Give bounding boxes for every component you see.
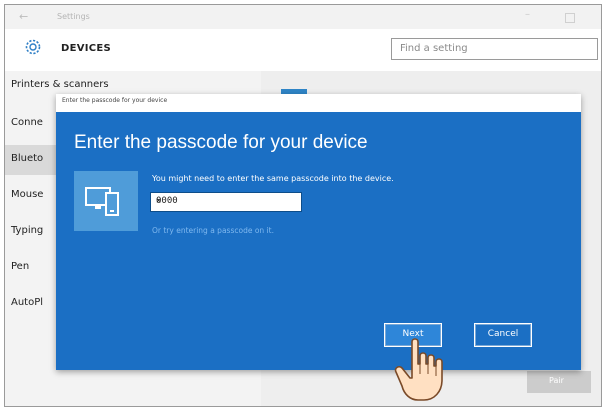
clear-icon[interactable]: ✕	[156, 196, 297, 206]
search-placeholder: Find a setting	[400, 43, 468, 54]
sidebar-item-label: Mouse	[11, 189, 44, 200]
page-header: DEVICES Find a setting	[5, 29, 601, 71]
hand-pointer-icon	[394, 338, 443, 401]
minimize-icon[interactable]: –	[525, 9, 530, 20]
passcode-dialog: Enter the passcode for your device Enter…	[56, 94, 581, 370]
sidebar-item-label: Blueto	[11, 153, 44, 164]
title-bar: ← Settings –	[5, 5, 601, 29]
sidebar-item-label: AutoPl	[11, 297, 44, 308]
sidebar-item-label: Conne	[11, 117, 43, 128]
instruction-text: You might need to enter the same passcod…	[152, 174, 394, 183]
dialog-heading: Enter the passcode for your device	[74, 132, 368, 153]
page-title: DEVICES	[61, 43, 112, 54]
monitor-phone-icon	[85, 187, 119, 216]
enter-passcode-on-device-link[interactable]: Or try entering a passcode on it.	[152, 226, 274, 235]
passcode-input[interactable]: 0000 ✕	[150, 192, 302, 212]
sidebar-item-label: Printers & scanners	[11, 79, 109, 90]
sidebar-item-label: Typing	[11, 225, 44, 236]
pair-button-label: Pair	[549, 376, 564, 385]
gear-icon	[25, 39, 41, 55]
sidebar-item-label: Pen	[11, 261, 30, 272]
search-input[interactable]: Find a setting	[391, 38, 598, 60]
device-pairing-icon	[74, 171, 138, 231]
cancel-button-label: Cancel	[487, 329, 519, 339]
cancel-button[interactable]: Cancel	[474, 323, 532, 347]
dialog-body: Enter the passcode for your device You m…	[56, 112, 581, 370]
back-arrow-icon[interactable]: ←	[19, 10, 28, 23]
window-title: Settings	[57, 12, 90, 21]
pair-button[interactable]: Pair	[527, 371, 591, 393]
dialog-window-title: Enter the passcode for your device	[62, 97, 168, 104]
maximize-icon[interactable]	[565, 13, 575, 23]
